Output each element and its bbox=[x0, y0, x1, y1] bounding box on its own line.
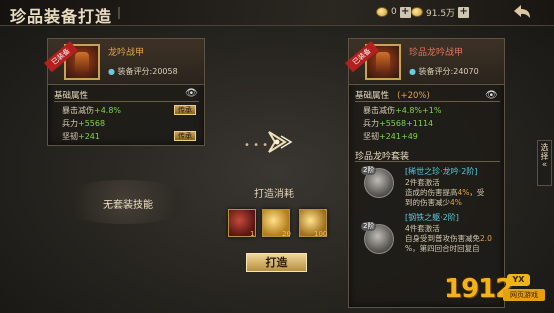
suit-name: [钢铁之躯·2阶] bbox=[405, 213, 459, 222]
coin-icon bbox=[376, 7, 388, 17]
select-side-tab[interactable]: 选 择 « bbox=[537, 140, 552, 186]
inherit-button[interactable]: 传承 bbox=[174, 105, 196, 115]
material-count: 1 bbox=[250, 230, 255, 238]
add-resource-button[interactable]: + bbox=[399, 6, 411, 18]
coin-icon bbox=[411, 7, 423, 17]
consume-title: 打造消耗 bbox=[254, 189, 294, 200]
item-header: 已装备 珍品龙吟战甲 ● 装备评分:24070 bbox=[345, 39, 504, 85]
attr-row: 坚韧+241 bbox=[62, 132, 100, 141]
item-score: ● 装备评分:24070 bbox=[409, 67, 479, 76]
back-button[interactable] bbox=[510, 2, 534, 24]
attr-row: 坚韧+241+49 bbox=[363, 132, 418, 141]
resource-gold-large: 91.5万 + bbox=[411, 5, 470, 19]
no-suit-label: 无套装技能 bbox=[103, 200, 153, 211]
item-name: 珍品龙吟战甲 bbox=[409, 48, 464, 58]
suit-name: [稀世之珍·龙吟·2阶] bbox=[405, 167, 478, 176]
suit-level-badge: 2阶 bbox=[361, 222, 377, 231]
suit-level-badge: 2阶 bbox=[361, 166, 377, 175]
back-arrow-icon bbox=[514, 5, 530, 18]
watermark-yx: YX bbox=[507, 274, 530, 286]
attr-row: 兵力+5568 bbox=[62, 119, 106, 128]
attr-row: 暴击减伤+4.8%+1% bbox=[363, 106, 442, 115]
item-name: 龙吟战甲 bbox=[108, 48, 145, 58]
item-header: 已装备 龙吟战甲 ● 装备评分:20058 bbox=[44, 39, 204, 85]
attr-section-title: 基础属性 bbox=[54, 89, 199, 102]
watermark-subtitle: 网页游戏 bbox=[503, 289, 545, 301]
title-decoration bbox=[118, 7, 188, 19]
current-equipment-panel: 已装备 龙吟战甲 ● 装备评分:20058 基础属性 👁 暴击减伤+4.8% 传… bbox=[44, 38, 205, 146]
page-title: 珍品装备打造 bbox=[10, 7, 113, 26]
attr-row: 暴击减伤+4.8% bbox=[62, 106, 122, 115]
attr-section-title: 基础属性 (+20%) bbox=[355, 89, 500, 102]
eye-icon[interactable]: 👁 bbox=[485, 90, 498, 101]
suit-desc: 到的伤害减少4% bbox=[405, 198, 462, 207]
site-watermark: 1912 YX 网页游戏 bbox=[444, 274, 548, 308]
suit-desc: %，第四回合时回复自 bbox=[405, 244, 480, 253]
attr-row: 兵力+5568+1114 bbox=[363, 119, 434, 128]
inherit-button[interactable]: 传承 bbox=[174, 131, 196, 141]
resource-value: 91.5万 bbox=[426, 8, 456, 19]
forge-button[interactable]: 打造 bbox=[246, 253, 307, 272]
item-score: ● 装备评分:20058 bbox=[108, 67, 178, 76]
resource-value: 0 bbox=[391, 7, 397, 17]
side-tab-label: 选 bbox=[540, 143, 549, 152]
chevron-left-icon: « bbox=[541, 160, 548, 170]
material-count: 20 bbox=[282, 230, 291, 238]
resource-gold-small: 0 + bbox=[376, 5, 411, 19]
forge-arrow-icon bbox=[268, 131, 293, 153]
add-resource-button[interactable]: + bbox=[458, 6, 470, 18]
eye-icon[interactable]: 👁 bbox=[185, 88, 198, 99]
material-count: 100 bbox=[314, 230, 328, 238]
suit-section-title: 珍品龙吟套装 bbox=[355, 149, 500, 162]
